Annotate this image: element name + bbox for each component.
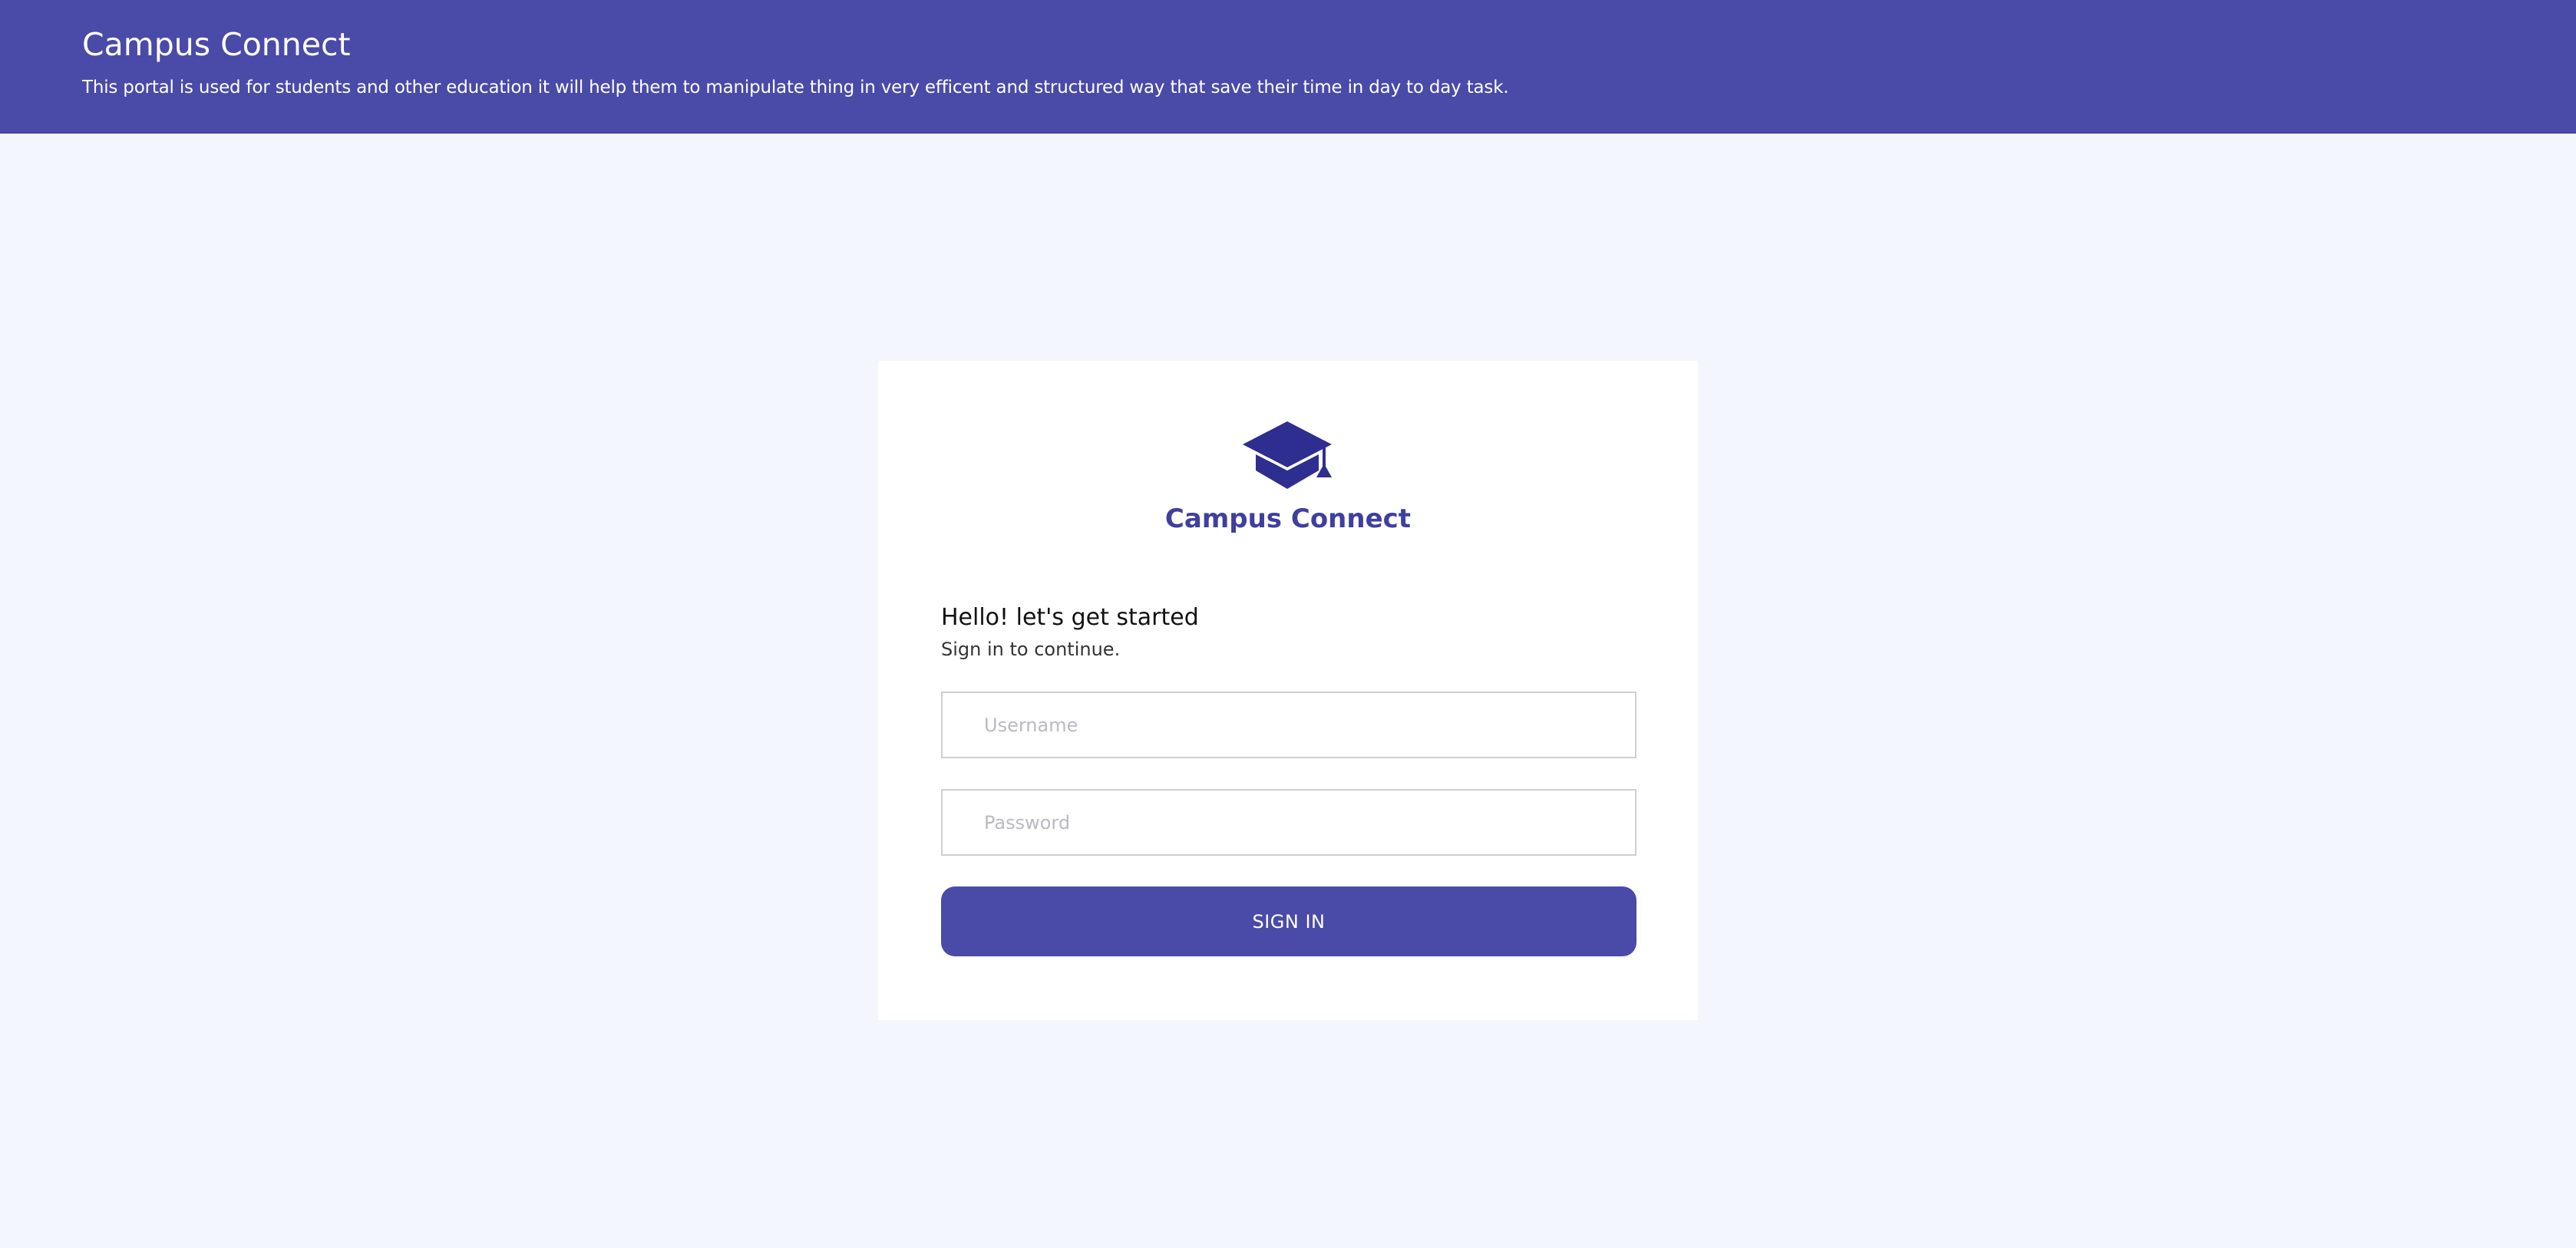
graduation-cap-icon [1243,421,1332,489]
top-header: Campus Connect This portal is used for s… [0,0,2576,134]
login-card: Campus Connect Hello! let's get started … [878,361,1698,1020]
header-title: Campus Connect [82,26,351,63]
username-input[interactable] [941,692,1636,758]
password-input[interactable] [941,789,1636,856]
header-description: This portal is used for students and oth… [82,78,1509,97]
login-greeting: Hello! let's get started [941,604,1199,631]
sign-in-button[interactable]: SIGN IN [941,886,1636,956]
login-subtitle: Sign in to continue. [941,639,1121,660]
brand-name: Campus Connect [1164,503,1412,534]
